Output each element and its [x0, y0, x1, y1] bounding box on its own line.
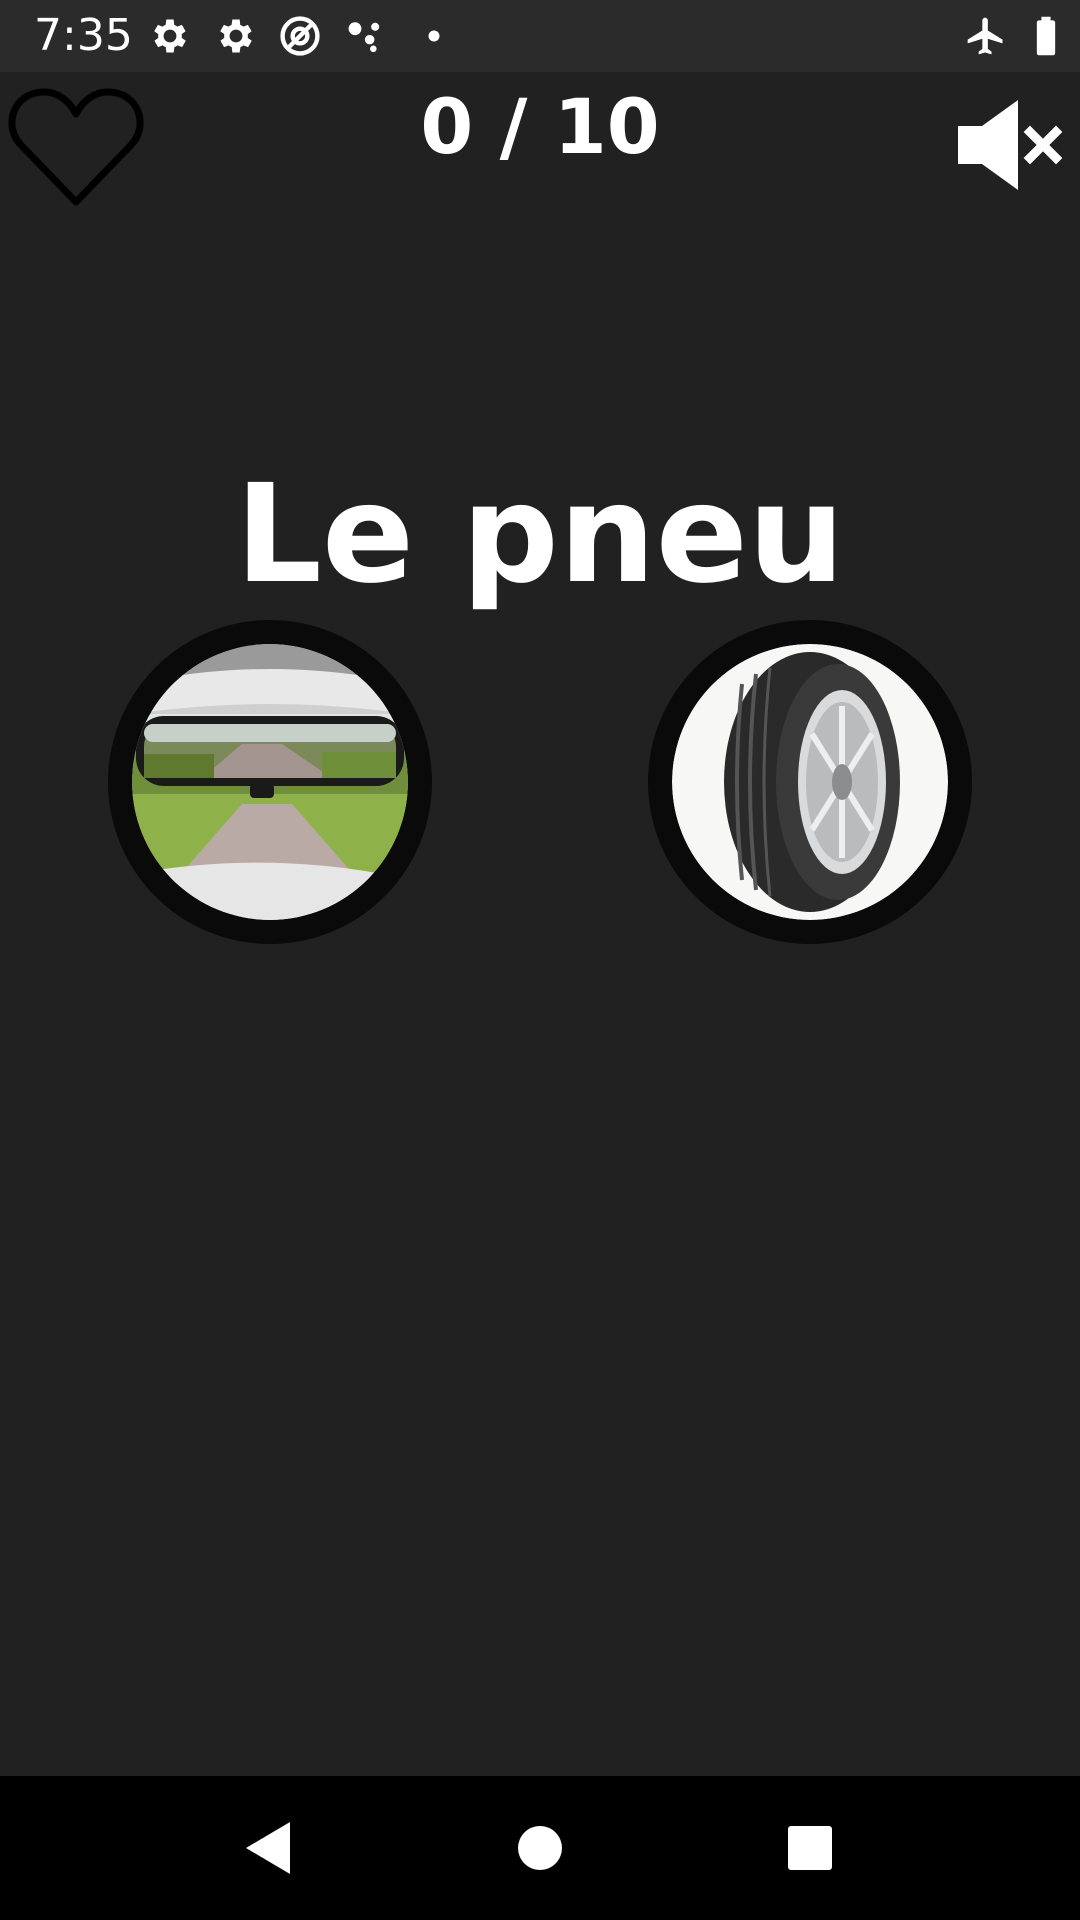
- answer-choice-tire[interactable]: [648, 620, 972, 944]
- status-bar: 7:35: [0, 0, 1080, 72]
- volume-muted-icon: [958, 100, 1063, 190]
- battery-icon: [1024, 14, 1068, 58]
- answer-choice-mirror[interactable]: [108, 620, 432, 944]
- navigation-bar: [0, 1776, 1080, 1920]
- question-word: Le pneu: [235, 456, 845, 614]
- at-sign-icon: [278, 14, 322, 58]
- sound-toggle-button[interactable]: [952, 98, 1063, 192]
- airplane-mode-icon: [964, 14, 1008, 58]
- dot-icon: [412, 14, 456, 58]
- back-triangle-icon: [246, 1822, 290, 1874]
- heart-outline-icon: [8, 88, 144, 206]
- rearview-mirror-image: [132, 644, 408, 920]
- recents-button[interactable]: [760, 1798, 860, 1898]
- dots-icon: [344, 14, 388, 58]
- back-button[interactable]: [218, 1798, 318, 1898]
- settings-icon: [214, 14, 258, 58]
- settings-icon: [148, 14, 192, 58]
- recents-square-icon: [788, 1826, 832, 1870]
- status-time: 7:35: [34, 10, 133, 61]
- tire-image: [672, 644, 948, 920]
- favorite-button[interactable]: [6, 86, 146, 212]
- score-counter: 0 / 10: [420, 82, 660, 171]
- screen: 7:35 0 / 10 Le pneu: [0, 0, 1080, 1920]
- home-circle-icon: [518, 1826, 562, 1870]
- home-button[interactable]: [490, 1798, 590, 1898]
